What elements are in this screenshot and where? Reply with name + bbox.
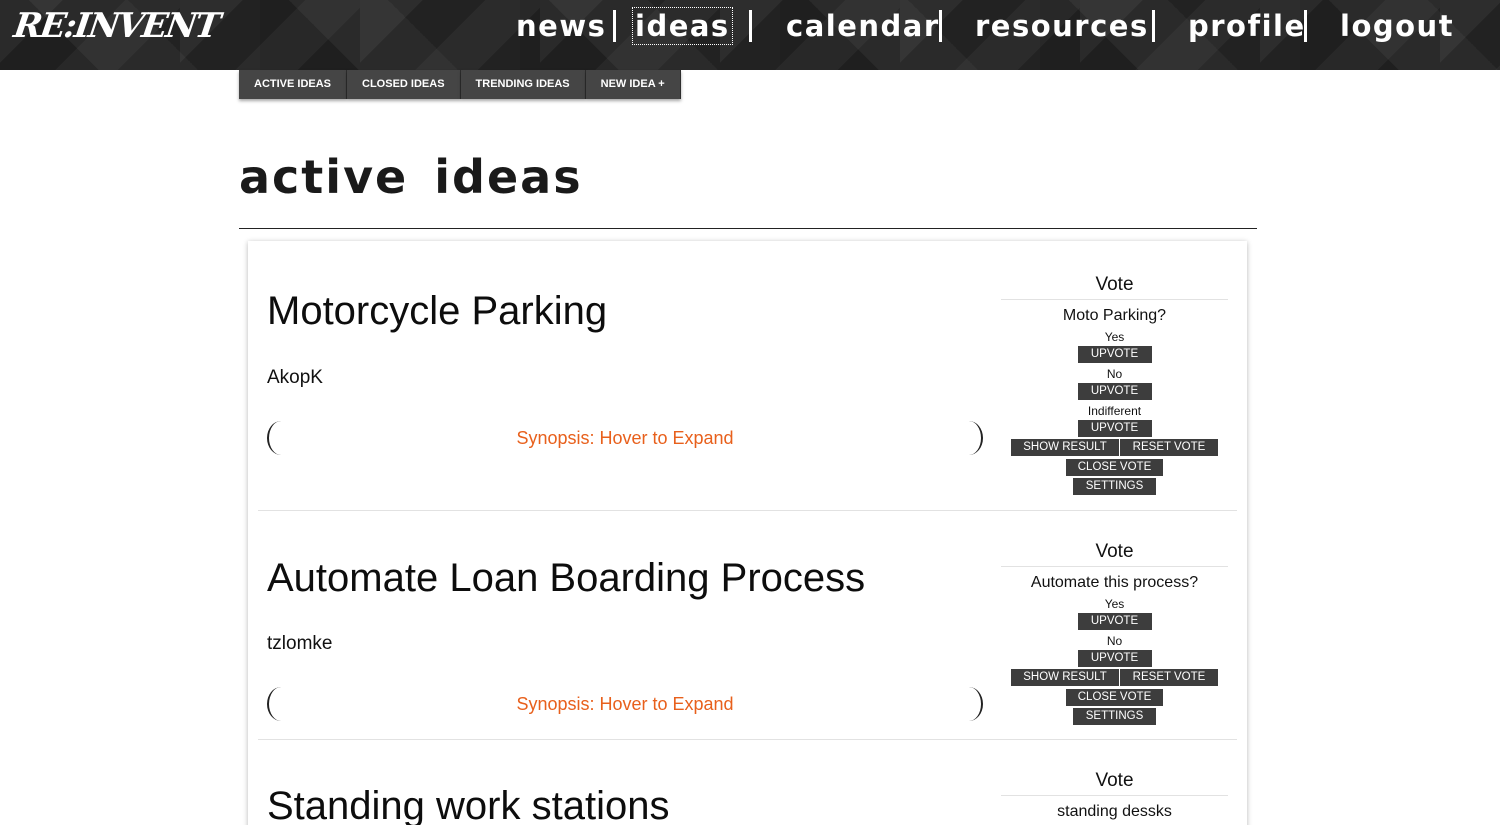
vote-panel: Vote Automate this process? Yes UPVOTE N… [1001, 537, 1228, 726]
nav-separator [749, 10, 752, 42]
upvote-button[interactable]: UPVOTE [1077, 613, 1152, 630]
show-result-button[interactable]: SHOW RESULT [1011, 669, 1120, 686]
vote-option-label: No [1106, 367, 1123, 381]
idea-title[interactable]: Standing work stations [267, 784, 669, 825]
idea-title[interactable]: Motorcycle Parking [267, 289, 607, 334]
tab-new-idea[interactable]: NEW IDEA + [585, 70, 681, 99]
close-vote-button[interactable]: CLOSE VOTE [1066, 689, 1163, 706]
nav-ideas[interactable]: ideas [632, 7, 733, 45]
nav-separator [939, 10, 942, 42]
vote-option-label: Yes [1104, 597, 1125, 611]
main-nav: news ideas calendar resources profile lo… [0, 7, 1500, 48]
idea-item: Automate Loan Boarding Process tzlomke S… [258, 511, 1237, 740]
vote-option-label: Yes [1104, 330, 1125, 344]
idea-item: Standing work stations Vote standing des… [258, 740, 1237, 825]
nav-separator [1152, 10, 1155, 42]
nav-news[interactable]: news [516, 8, 606, 44]
title-divider [239, 228, 1257, 229]
vote-question: Automate this process? [1030, 574, 1199, 591]
vote-heading: Vote [1001, 270, 1228, 300]
nav-profile[interactable]: profile [1188, 8, 1306, 44]
vote-heading: Vote [1001, 537, 1228, 567]
top-nav-bar: RE:INVENT news ideas calendar resources … [0, 0, 1500, 70]
vote-option-label: No [1106, 634, 1123, 648]
idea-author: AkopK [267, 367, 323, 388]
reset-vote-button[interactable]: RESET VOTE [1120, 439, 1218, 456]
settings-button[interactable]: SETTINGS [1073, 708, 1156, 725]
nav-separator [613, 10, 616, 42]
page-title: active ideas [239, 150, 583, 204]
idea-item: Motorcycle Parking AkopK Synopsis: Hover… [258, 241, 1237, 511]
tab-closed-ideas[interactable]: CLOSED IDEAS [347, 70, 461, 99]
show-result-button[interactable]: SHOW RESULT [1011, 439, 1120, 456]
ideas-list: Motorcycle Parking AkopK Synopsis: Hover… [248, 241, 1247, 825]
vote-panel: Vote Moto Parking? Yes UPVOTE No UPVOTE … [1001, 270, 1228, 496]
reset-vote-button[interactable]: RESET VOTE [1120, 669, 1218, 686]
upvote-button[interactable]: UPVOTE [1077, 650, 1152, 667]
idea-author: tzlomke [267, 633, 333, 654]
synopsis-hover[interactable]: Synopsis: Hover to Expand [267, 687, 983, 721]
vote-heading: Vote [1001, 766, 1228, 796]
vote-question: Moto Parking? [1062, 307, 1167, 324]
nav-resources[interactable]: resources [975, 8, 1149, 44]
nav-logout[interactable]: logout [1340, 8, 1454, 44]
nav-calendar[interactable]: calendar [786, 8, 940, 44]
tab-trending-ideas[interactable]: TRENDING IDEAS [460, 70, 586, 99]
vote-panel: Vote standing dessks [1001, 766, 1228, 823]
tab-active-ideas[interactable]: ACTIVE IDEAS [239, 70, 348, 99]
settings-button[interactable]: SETTINGS [1073, 478, 1156, 495]
upvote-button[interactable]: UPVOTE [1077, 346, 1152, 363]
ideas-subtabs: ACTIVE IDEAS CLOSED IDEAS TRENDING IDEAS… [239, 70, 681, 99]
synopsis-hover[interactable]: Synopsis: Hover to Expand [267, 421, 983, 455]
nav-separator [1304, 10, 1307, 42]
upvote-button[interactable]: UPVOTE [1077, 383, 1152, 400]
vote-question: standing dessks [1057, 803, 1172, 820]
close-vote-button[interactable]: CLOSE VOTE [1066, 459, 1163, 476]
upvote-button[interactable]: UPVOTE [1077, 420, 1152, 437]
vote-option-label: Indifferent [1087, 404, 1142, 418]
idea-title[interactable]: Automate Loan Boarding Process [267, 556, 865, 601]
